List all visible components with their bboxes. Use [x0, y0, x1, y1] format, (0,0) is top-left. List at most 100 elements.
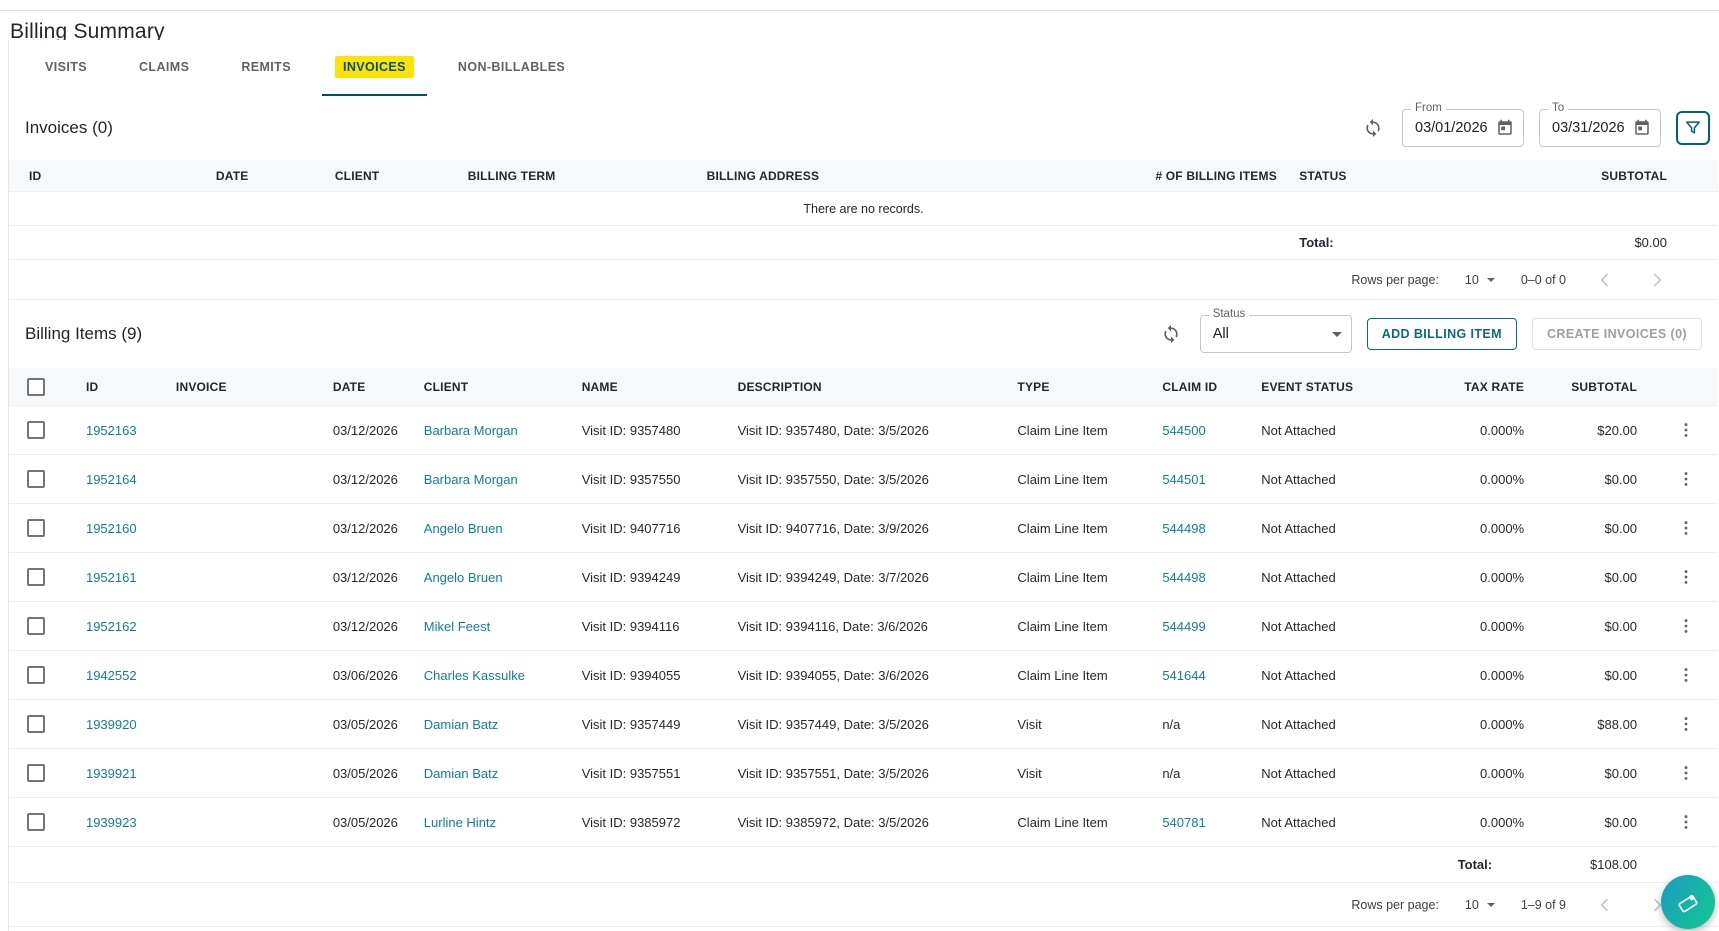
rows-per-page-select[interactable]: 10	[1465, 273, 1495, 287]
row-checkbox[interactable]	[27, 617, 45, 635]
next-page-button[interactable]	[1644, 267, 1670, 293]
column-header-billing-items-count: # OF BILLING ITEMS	[1155, 168, 1277, 183]
client-link[interactable]: Barbara Morgan	[424, 423, 518, 438]
description-cell: Visit ID: 9357551, Date: 3/5/2026	[737, 765, 929, 781]
row-checkbox[interactable]	[27, 568, 45, 586]
tab-remits[interactable]: REMITS	[220, 40, 312, 96]
row-menu-button[interactable]	[1676, 665, 1696, 685]
rows-per-page-label: Rows per page:	[1351, 272, 1439, 287]
subtotal-cell: $0.00	[1604, 520, 1638, 536]
client-link[interactable]: Barbara Morgan	[424, 472, 518, 487]
client-link[interactable]: Angelo Bruen	[424, 570, 503, 585]
status-filter-select[interactable]: Status All	[1199, 308, 1352, 353]
subtotal-cell: $0.00	[1604, 814, 1638, 830]
client-link[interactable]: Damian Batz	[424, 717, 498, 732]
billing-items-total-label: Total:	[1457, 857, 1493, 872]
row-checkbox[interactable]	[27, 715, 45, 733]
column-header-name: NAME	[581, 379, 618, 394]
kebab-menu-icon	[1684, 815, 1687, 829]
subtotal-cell: $0.00	[1604, 667, 1638, 683]
client-link[interactable]: Angelo Bruen	[424, 521, 503, 536]
row-select-cell	[9, 421, 86, 439]
claim-id-link[interactable]: 540781	[1162, 815, 1205, 830]
rows-per-page-select[interactable]: 10	[1465, 898, 1495, 912]
select-all-cell	[9, 377, 86, 396]
row-checkbox[interactable]	[27, 813, 45, 831]
invoices-table: ID DATE CLIENT BILLING TERM BILLING ADDR…	[9, 160, 1718, 300]
billing-item-id-link[interactable]: 1939920	[86, 717, 137, 732]
tax-rate-cell: 0.000%	[1480, 667, 1525, 683]
row-menu-button[interactable]	[1676, 763, 1696, 783]
type-cell: Claim Line Item	[1017, 422, 1108, 438]
tab-visits[interactable]: VISITS	[24, 40, 108, 96]
event-status-cell: Not Attached	[1261, 471, 1336, 487]
billing-item-id-link[interactable]: 1952163	[86, 423, 137, 438]
billing-item-id-link[interactable]: 1939921	[86, 766, 137, 781]
row-checkbox[interactable]	[27, 666, 45, 684]
tab-invoices[interactable]: INVOICES	[321, 40, 427, 96]
client-link[interactable]: Damian Batz	[424, 766, 498, 781]
row-menu-button[interactable]	[1676, 420, 1696, 440]
support-fab-button[interactable]	[1661, 875, 1715, 929]
row-checkbox[interactable]	[27, 764, 45, 782]
claim-id-link[interactable]: 544498	[1162, 521, 1205, 536]
date-cell: 03/05/2026	[332, 716, 398, 732]
name-cell: Visit ID: 9394055	[581, 667, 681, 683]
from-date-input[interactable]: From 03/01/2026	[1402, 102, 1524, 147]
billing-item-id-link[interactable]: 1939923	[86, 815, 137, 830]
claim-id-link[interactable]: 544498	[1162, 570, 1205, 585]
billing-item-id-link[interactable]: 1942552	[86, 668, 137, 683]
tab-claims[interactable]: CLAIMS	[118, 40, 210, 96]
description-cell: Visit ID: 9394116, Date: 3/6/2026	[737, 618, 928, 634]
calendar-icon[interactable]	[1496, 119, 1514, 137]
column-header-claim-id: CLAIM ID	[1162, 379, 1218, 394]
tax-rate-cell: 0.000%	[1480, 765, 1525, 781]
pagination-range: 1–9 of 9	[1520, 897, 1566, 912]
tab-label: VISITS	[45, 60, 87, 74]
refresh-button[interactable]	[1359, 114, 1387, 142]
claim-id-link[interactable]: 544499	[1162, 619, 1205, 634]
claim-id-link[interactable]: 544500	[1162, 423, 1205, 438]
table-row: 1939923 03/05/2026 Lurline Hintz Visit I…	[9, 798, 1718, 847]
row-checkbox[interactable]	[27, 421, 45, 439]
claim-id-link[interactable]: 544501	[1162, 472, 1205, 487]
client-link[interactable]: Mikel Feest	[424, 619, 490, 634]
row-select-cell	[9, 470, 86, 488]
row-menu-button[interactable]	[1676, 616, 1696, 636]
dropdown-caret-icon	[1331, 331, 1342, 337]
claim-id-cell: 544500	[1162, 423, 1261, 438]
table-row: 1952160 03/12/2026 Angelo Bruen Visit ID…	[9, 504, 1718, 553]
previous-page-button[interactable]	[1592, 892, 1618, 918]
add-billing-item-button[interactable]: ADD BILLING ITEM	[1366, 318, 1517, 350]
row-checkbox[interactable]	[27, 519, 45, 537]
row-menu-button[interactable]	[1676, 469, 1696, 489]
refresh-button[interactable]	[1157, 320, 1185, 348]
filter-button[interactable]	[1676, 111, 1710, 145]
client-link[interactable]: Lurline Hintz	[424, 815, 496, 830]
row-menu-button[interactable]	[1676, 714, 1696, 734]
billing-summary-page: Billing Summary VISITS CLAIMS REMITS INV…	[0, 0, 1719, 931]
column-header-id: ID	[85, 379, 99, 394]
table-row: 1952161 03/12/2026 Angelo Bruen Visit ID…	[9, 553, 1718, 602]
row-menu-button[interactable]	[1676, 518, 1696, 538]
billing-item-id-link[interactable]: 1952160	[86, 521, 137, 536]
to-date-input[interactable]: To 03/31/2026	[1539, 102, 1661, 147]
billing-item-id-link[interactable]: 1952162	[86, 619, 137, 634]
calendar-icon[interactable]	[1633, 119, 1651, 137]
row-menu-button[interactable]	[1676, 567, 1696, 587]
row-checkbox[interactable]	[27, 470, 45, 488]
tab-non-billables[interactable]: NON-BILLABLES	[437, 40, 586, 96]
ticket-heart-icon	[1678, 894, 1698, 913]
select-all-checkbox[interactable]	[27, 377, 45, 396]
name-cell: Visit ID: 9394249	[581, 569, 681, 585]
row-select-cell	[9, 519, 86, 537]
column-header-tax-rate: TAX RATE	[1464, 379, 1525, 394]
billing-item-id-link[interactable]: 1952164	[86, 472, 137, 487]
client-link[interactable]: Charles Kassulke	[424, 668, 525, 683]
billing-item-id-link[interactable]: 1952161	[86, 570, 137, 585]
row-menu-button[interactable]	[1676, 812, 1696, 832]
create-invoices-button[interactable]: CREATE INVOICES (0)	[1531, 318, 1702, 350]
name-cell: Visit ID: 9357551	[581, 765, 681, 781]
previous-page-button[interactable]	[1592, 267, 1618, 293]
claim-id-link[interactable]: 541644	[1162, 668, 1205, 683]
